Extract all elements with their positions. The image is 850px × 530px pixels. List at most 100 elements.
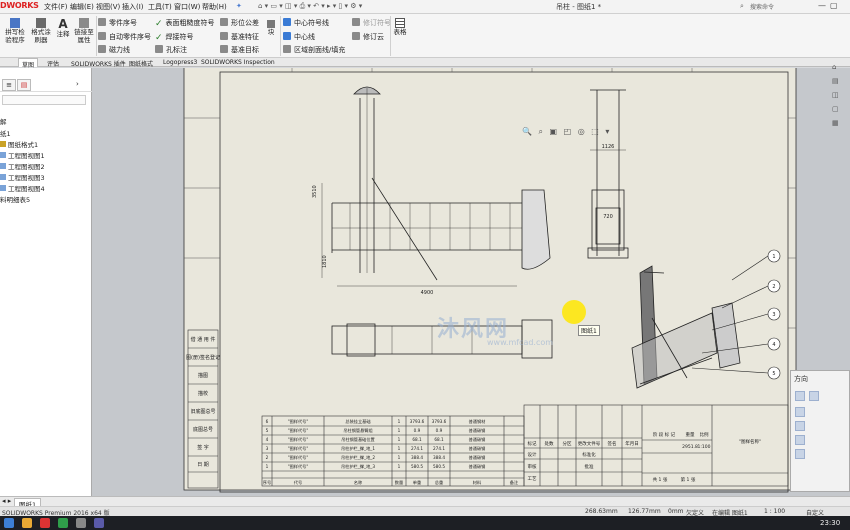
bom-cell: 5 xyxy=(266,428,269,433)
view-orientation-pane: 方向 xyxy=(790,370,850,492)
view-palette-icon[interactable]: ▦ xyxy=(832,116,839,130)
tree-item[interactable]: 工程图视图4 xyxy=(0,183,45,193)
menu-view[interactable]: 视图(V) xyxy=(96,2,120,12)
solidworks-icon[interactable] xyxy=(40,518,50,528)
tree-item[interactable]: 图纸格式1 xyxy=(0,139,38,149)
orientation-icon[interactable] xyxy=(795,407,805,417)
feature-tree-tab-icon[interactable]: ≡ xyxy=(2,79,16,91)
surface-finish-icon: ✓ xyxy=(155,19,163,29)
sheet-number: 第 1 张 xyxy=(681,476,696,483)
sheet-scale[interactable]: 1 : 100 xyxy=(764,508,785,515)
tree-item[interactable]: 料明细表5 xyxy=(0,194,30,204)
app-icon[interactable] xyxy=(94,518,104,528)
app-icon[interactable] xyxy=(76,518,86,528)
menu-insert[interactable]: 插入(I) xyxy=(122,2,144,12)
tree-item[interactable]: 工程图视图1 xyxy=(0,150,45,160)
weight-label: 重量 xyxy=(686,431,695,438)
datum-feature-button[interactable]: 基准特征 xyxy=(220,32,259,42)
revision-header: 签名 xyxy=(608,440,617,447)
menu-help[interactable]: 帮助(H) xyxy=(202,2,227,12)
note-button[interactable]: A 注释 xyxy=(56,18,70,38)
tree-item[interactable]: 工程图视图3 xyxy=(0,172,45,182)
bom-cell: 274.1 xyxy=(433,446,445,451)
weld-symbol-button[interactable]: ✓ 焊接符号 xyxy=(155,32,194,43)
drawing-canvas[interactable]: 借 通 用 件 图(册)签名登记 描图 描校 旧底图总号 底图总号 签 字 日 … xyxy=(92,68,850,496)
drawing-sheet[interactable]: 借 通 用 件 图(册)签名登记 描图 描校 旧底图总号 底图总号 签 字 日 … xyxy=(92,68,850,496)
menu-edit[interactable]: 编辑(E) xyxy=(70,2,94,12)
explorer-icon[interactable] xyxy=(22,518,32,528)
table-button[interactable]: 表格 xyxy=(393,18,407,36)
tab-solidworks-addins[interactable]: SOLIDWORKS 插件 xyxy=(68,58,129,68)
revision-symbol-button[interactable]: 修订符号 xyxy=(352,18,391,28)
bom-cell: "图样代号" xyxy=(288,445,309,452)
quick-access-toolbar[interactable]: ⌂ ▾ ▭ ▾ ◫ ▾ ⎙ ▾ ↶ ▾ ▸ ▾ ▯ ▾ ⚙ ▾ xyxy=(258,2,362,11)
surface-finish-button[interactable]: ✓ 表面粗糙度符号 xyxy=(155,18,215,29)
search-icon[interactable]: ⌕ xyxy=(740,2,744,11)
hole-callout-button[interactable]: 孔标注 xyxy=(155,45,187,55)
window-controls[interactable]: —▢ xyxy=(818,1,842,10)
tab-sheet-format[interactable]: 图纸格式 xyxy=(126,58,156,68)
revision-cloud-button[interactable]: 修订云 xyxy=(352,32,384,42)
tree-item[interactable]: 纸1 xyxy=(0,128,11,138)
bom-cell: "图样代号" xyxy=(288,463,309,470)
file-explorer-icon[interactable]: ▢ xyxy=(832,102,839,116)
orientation-icon[interactable] xyxy=(795,421,805,431)
orientation-icon[interactable] xyxy=(795,391,805,401)
role-label: 批准 xyxy=(585,463,594,470)
menu-file[interactable]: 文件(F) xyxy=(44,2,68,12)
library-icon[interactable]: ◫ xyxy=(832,88,839,102)
revision-header: 标记 xyxy=(528,440,537,447)
drawing-view-icon xyxy=(0,174,6,180)
feature-manager-panel: ≡ ▤ › 解 纸1 图纸格式1 工程图视图1 工程图视图2 工程图视图3 工程… xyxy=(0,68,92,496)
panel-collapse-icon[interactable]: › xyxy=(76,80,79,88)
menu-window[interactable]: 窗口(W) xyxy=(174,2,200,12)
stage-label: 阶 段 标 记 xyxy=(653,431,676,438)
tab-logopress[interactable]: Logopress3 xyxy=(160,58,200,67)
heads-up-toolbar[interactable]: 🔍 ⌕ ▣ ◰ ◎ ⬚ ▾ xyxy=(522,127,611,137)
orientation-icon[interactable] xyxy=(795,449,805,459)
bom-header-cell: 代号 xyxy=(294,479,302,486)
block-button[interactable]: 块 xyxy=(265,20,277,36)
bom-cell: 1 xyxy=(398,437,401,442)
hatch-fill-button[interactable]: 区域剖面线/填充 xyxy=(283,45,345,55)
datum-target-button[interactable]: 基准目标 xyxy=(220,45,259,55)
menu-tools[interactable]: 工具(T) xyxy=(148,2,172,12)
center-mark-button[interactable]: 中心符号线 xyxy=(283,18,329,28)
sheet-nav-icon[interactable]: ◂ ▸ xyxy=(2,497,11,505)
sig-label: 底图总号 xyxy=(193,426,213,433)
bom-cell: 吊柱护栏_撑_地_2 xyxy=(341,454,375,461)
task-pane-tabs[interactable]: ⌂ ▤ ◫ ▢ ▦ xyxy=(832,60,839,130)
app-icon[interactable] xyxy=(58,518,68,528)
dim-rail: 1810 xyxy=(322,255,328,268)
tree-filter-input[interactable] xyxy=(2,95,86,105)
magnetic-line-button[interactable]: 磁力线 xyxy=(98,45,130,55)
balloon-label: 3 xyxy=(772,312,775,318)
link-property-button[interactable]: 链接至 属性 xyxy=(73,18,95,44)
balloon-button[interactable]: 零件序号 xyxy=(98,18,137,28)
datum-feature-icon xyxy=(220,32,228,40)
resources-icon[interactable]: ▤ xyxy=(832,74,839,88)
start-icon[interactable] xyxy=(4,518,14,528)
search-input[interactable]: 搜索命令 xyxy=(750,2,815,12)
tab-inspection[interactable]: SOLIDWORKS Inspection xyxy=(198,58,278,67)
dim-height: 3510 xyxy=(312,185,318,198)
weld-icon: ✓ xyxy=(155,33,163,43)
tab-sketch[interactable]: 草图 xyxy=(18,58,39,69)
bom-cell: 68.1 xyxy=(412,437,422,442)
home-icon[interactable]: ⌂ xyxy=(832,60,839,74)
orientation-icon[interactable] xyxy=(795,435,805,445)
spell-check-button[interactable]: 拼写检 验程序 xyxy=(4,18,26,44)
pin-icon[interactable]: ✦ xyxy=(236,2,242,10)
bom-cell: 3793.6 xyxy=(410,419,425,424)
gtol-button[interactable]: 形位公差 xyxy=(220,18,259,28)
format-painter-button[interactable]: 格式涂 刷器 xyxy=(30,18,52,44)
tab-evaluate[interactable]: 评估 xyxy=(44,58,62,68)
role-label: 审核 xyxy=(528,463,537,470)
tree-item[interactable]: 解 xyxy=(0,116,7,126)
tree-item[interactable]: 工程图视图2 xyxy=(0,161,45,171)
property-tab-icon[interactable]: ▤ xyxy=(17,79,31,91)
drawing-view-icon xyxy=(0,185,6,191)
centerline-button[interactable]: 中心线 xyxy=(283,32,315,42)
orientation-icon[interactable] xyxy=(809,391,819,401)
auto-balloon-button[interactable]: 自动零件序号 xyxy=(98,32,151,42)
